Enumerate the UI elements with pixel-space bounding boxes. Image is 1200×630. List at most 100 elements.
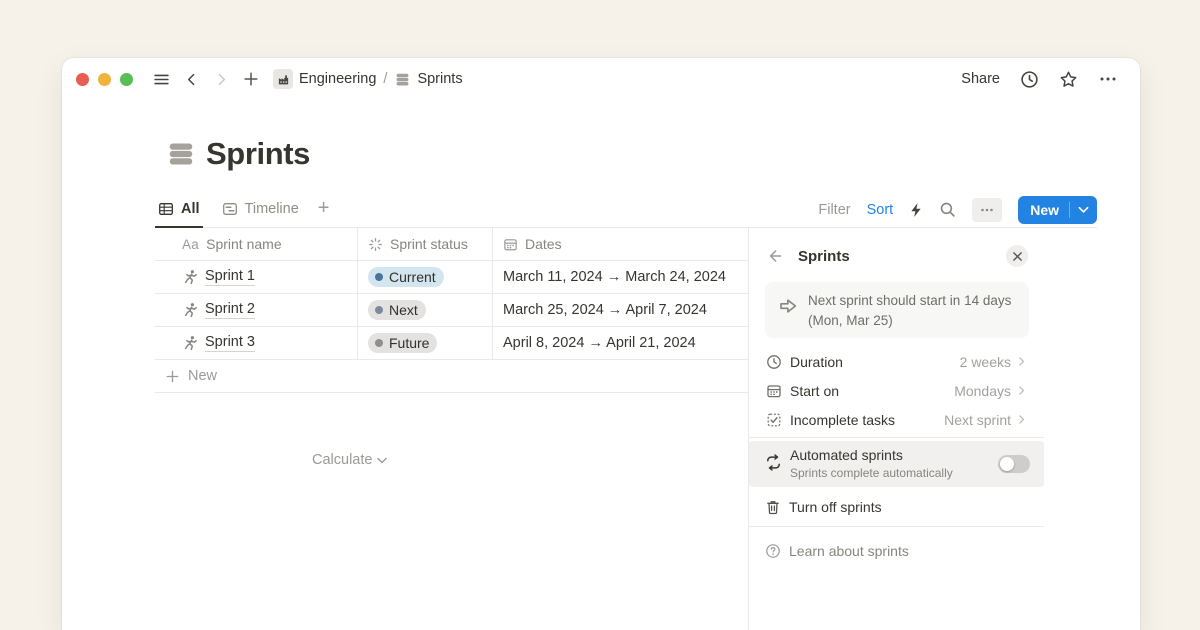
date-range[interactable]: March 11, 2024 → March 24, 2024: [503, 269, 726, 285]
ellipsis-icon: [979, 203, 995, 217]
automated-sprints-row[interactable]: Automated sprints Sprints complete autom…: [749, 441, 1044, 487]
page-title[interactable]: Sprints: [206, 136, 310, 172]
status-badge[interactable]: Current: [368, 267, 444, 287]
date-range[interactable]: March 25, 2024 → April 7, 2024: [503, 302, 707, 318]
status-label: Future: [389, 335, 429, 351]
new-button[interactable]: New: [1018, 196, 1097, 224]
minimize-window-button[interactable]: [98, 73, 111, 86]
new-row-label: New: [188, 368, 217, 384]
automated-sprints-subtitle: Sprints complete automatically: [790, 466, 953, 480]
close-window-button[interactable]: [76, 73, 89, 86]
status-dot: [375, 339, 383, 347]
panel-divider: [749, 526, 1044, 527]
table-row[interactable]: Sprint 3 Future April 8, 2024 → April 21…: [155, 327, 748, 360]
nav-forward-button[interactable]: [209, 67, 233, 91]
next-sprint-notice: Next sprint should start in 14 days (Mon…: [765, 282, 1029, 338]
automations-button[interactable]: [909, 202, 923, 218]
workspace-icon[interactable]: [273, 69, 293, 89]
chevron-right-icon: [1015, 384, 1028, 397]
star-icon: [1059, 70, 1078, 89]
tab-timeline-label: Timeline: [245, 201, 299, 217]
new-page-button[interactable]: [239, 67, 263, 91]
breadcrumb-separator: /: [383, 71, 387, 87]
new-button-dropdown[interactable]: [1070, 206, 1097, 214]
share-button[interactable]: Share: [961, 71, 1000, 87]
learn-about-sprints-label: Learn about sprints: [789, 543, 909, 559]
tab-all-label: All: [181, 201, 200, 217]
setting-row-duration[interactable]: Duration 2 weeks: [749, 347, 1044, 376]
calculate-label: Calculate: [312, 452, 372, 468]
status-spinner-icon: [368, 237, 383, 252]
database-icon: [166, 139, 196, 169]
learn-about-sprints-link[interactable]: Learn about sprints: [749, 536, 1044, 566]
breadcrumb-workspace[interactable]: Engineering: [299, 71, 376, 87]
status-label: Current: [389, 269, 436, 285]
hamburger-icon: [153, 71, 170, 88]
arrow-right-outline-icon: [778, 296, 798, 316]
question-circle-icon: [765, 543, 781, 559]
calculate-button[interactable]: Calculate: [312, 452, 388, 468]
sprint-name-link[interactable]: Sprint 1: [205, 268, 255, 286]
date-range[interactable]: April 8, 2024 → April 21, 2024: [503, 335, 696, 351]
table-row[interactable]: Sprint 2 Next March 25, 2024 → April 7, …: [155, 294, 748, 327]
status-dot: [375, 273, 383, 281]
new-row-button[interactable]: New: [155, 360, 748, 393]
updates-button[interactable]: [1020, 70, 1039, 89]
chevron-left-icon: [184, 72, 199, 87]
desktop-background: Engineering / Sprints Share: [0, 0, 1200, 630]
notice-line2: (Mon, Mar 25): [808, 311, 1011, 331]
tab-all[interactable]: All: [155, 192, 203, 228]
column-header-sprint-name[interactable]: Aa Sprint name: [155, 228, 358, 260]
nav-back-button[interactable]: [179, 67, 203, 91]
table-row[interactable]: Sprint 1 Current March 11, 2024 → March …: [155, 261, 748, 294]
runner-icon: [182, 269, 198, 285]
sprint-name-link[interactable]: Sprint 3: [205, 334, 255, 352]
automated-sprints-label: Automated sprints: [790, 447, 903, 463]
chevron-down-icon: [376, 456, 388, 465]
clock-icon: [1020, 70, 1039, 89]
favorite-button[interactable]: [1059, 70, 1078, 89]
toggle-knob: [1000, 457, 1014, 471]
column-label: Sprint status: [390, 236, 468, 252]
column-header-dates[interactable]: Dates: [493, 228, 748, 260]
setting-value: Mondays: [954, 383, 1011, 399]
search-button[interactable]: [939, 201, 956, 218]
table-view-icon: [158, 201, 174, 217]
page-more-button[interactable]: [1098, 70, 1118, 88]
filter-button[interactable]: Filter: [818, 202, 850, 218]
search-icon: [939, 201, 956, 218]
setting-row-start-on[interactable]: Start on Mondays: [749, 376, 1044, 405]
add-view-button[interactable]: +: [318, 197, 330, 220]
tab-timeline[interactable]: Timeline: [219, 192, 302, 228]
column-label: Dates: [525, 236, 562, 252]
factory-icon: [277, 73, 290, 86]
breadcrumb-page[interactable]: Sprints: [417, 71, 462, 87]
panel-title: Sprints: [798, 248, 1006, 265]
chevron-right-icon: [214, 72, 229, 87]
sort-button[interactable]: Sort: [867, 202, 894, 218]
clock-icon: [766, 354, 782, 370]
setting-value: 2 weeks: [960, 354, 1011, 370]
zoom-window-button[interactable]: [120, 73, 133, 86]
panel-close-button[interactable]: [1006, 245, 1028, 267]
calendar-icon: [503, 237, 518, 252]
status-badge[interactable]: Future: [368, 333, 437, 353]
view-options-button[interactable]: [972, 198, 1002, 222]
runner-icon: [182, 335, 198, 351]
status-badge[interactable]: Next: [368, 300, 426, 320]
chevron-right-icon: [1015, 413, 1028, 426]
setting-value: Next sprint: [944, 412, 1011, 428]
sprint-settings-list: Duration 2 weeks Start on Mondays: [749, 347, 1044, 434]
panel-back-button[interactable]: [767, 248, 784, 264]
sprint-name-link[interactable]: Sprint 2: [205, 301, 255, 319]
sidebar-menu-button[interactable]: [149, 67, 173, 91]
column-header-sprint-status[interactable]: Sprint status: [358, 228, 493, 260]
view-toolbar: Filter Sort: [818, 196, 1097, 224]
turn-off-sprints-button[interactable]: Turn off sprints: [749, 492, 1044, 522]
setting-label: Start on: [790, 383, 954, 399]
arrow-left-icon: [767, 248, 784, 264]
setting-row-incomplete-tasks[interactable]: Incomplete tasks Next sprint: [749, 405, 1044, 434]
checkbox-check-icon: [766, 412, 782, 428]
status-label: Next: [389, 302, 418, 318]
automated-sprints-toggle[interactable]: [998, 455, 1030, 473]
